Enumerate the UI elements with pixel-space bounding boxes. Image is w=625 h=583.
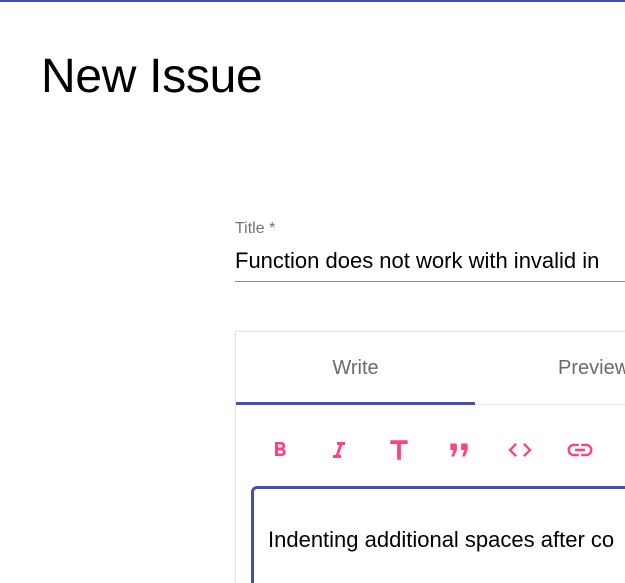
title-field-label: Title * (235, 220, 276, 237)
quote-icon (450, 443, 468, 457)
tab-preview[interactable]: Preview (475, 332, 625, 404)
new-issue-page: New Issue Title * Function does not work… (0, 0, 625, 583)
link-icon (567, 443, 593, 457)
issue-body-textarea[interactable]: Indenting additional spaces after co (251, 486, 625, 583)
title-field: Title * Function does not work with inva… (235, 216, 625, 288)
page-title: New Issue (41, 50, 263, 103)
markdown-editor: Write Preview Indenting additional space… (235, 331, 625, 583)
italic-icon (333, 442, 345, 458)
italic-button[interactable] (319, 430, 359, 470)
code-icon (508, 443, 532, 457)
more-button[interactable] (620, 430, 625, 470)
editor-tabs: Write Preview (236, 332, 625, 405)
top-accent-bar (0, 0, 625, 2)
formatting-toolbar (236, 430, 625, 472)
bold-icon (275, 442, 286, 456)
tab-write[interactable]: Write (236, 332, 475, 404)
link-button[interactable] (560, 430, 600, 470)
heading-icon (390, 440, 408, 460)
heading-button[interactable] (379, 430, 419, 470)
active-tab-indicator (236, 402, 475, 405)
title-input[interactable]: Function does not work with invalid in (235, 246, 625, 282)
code-button[interactable] (500, 430, 540, 470)
bold-button[interactable] (260, 430, 300, 470)
quote-button[interactable] (439, 430, 479, 470)
